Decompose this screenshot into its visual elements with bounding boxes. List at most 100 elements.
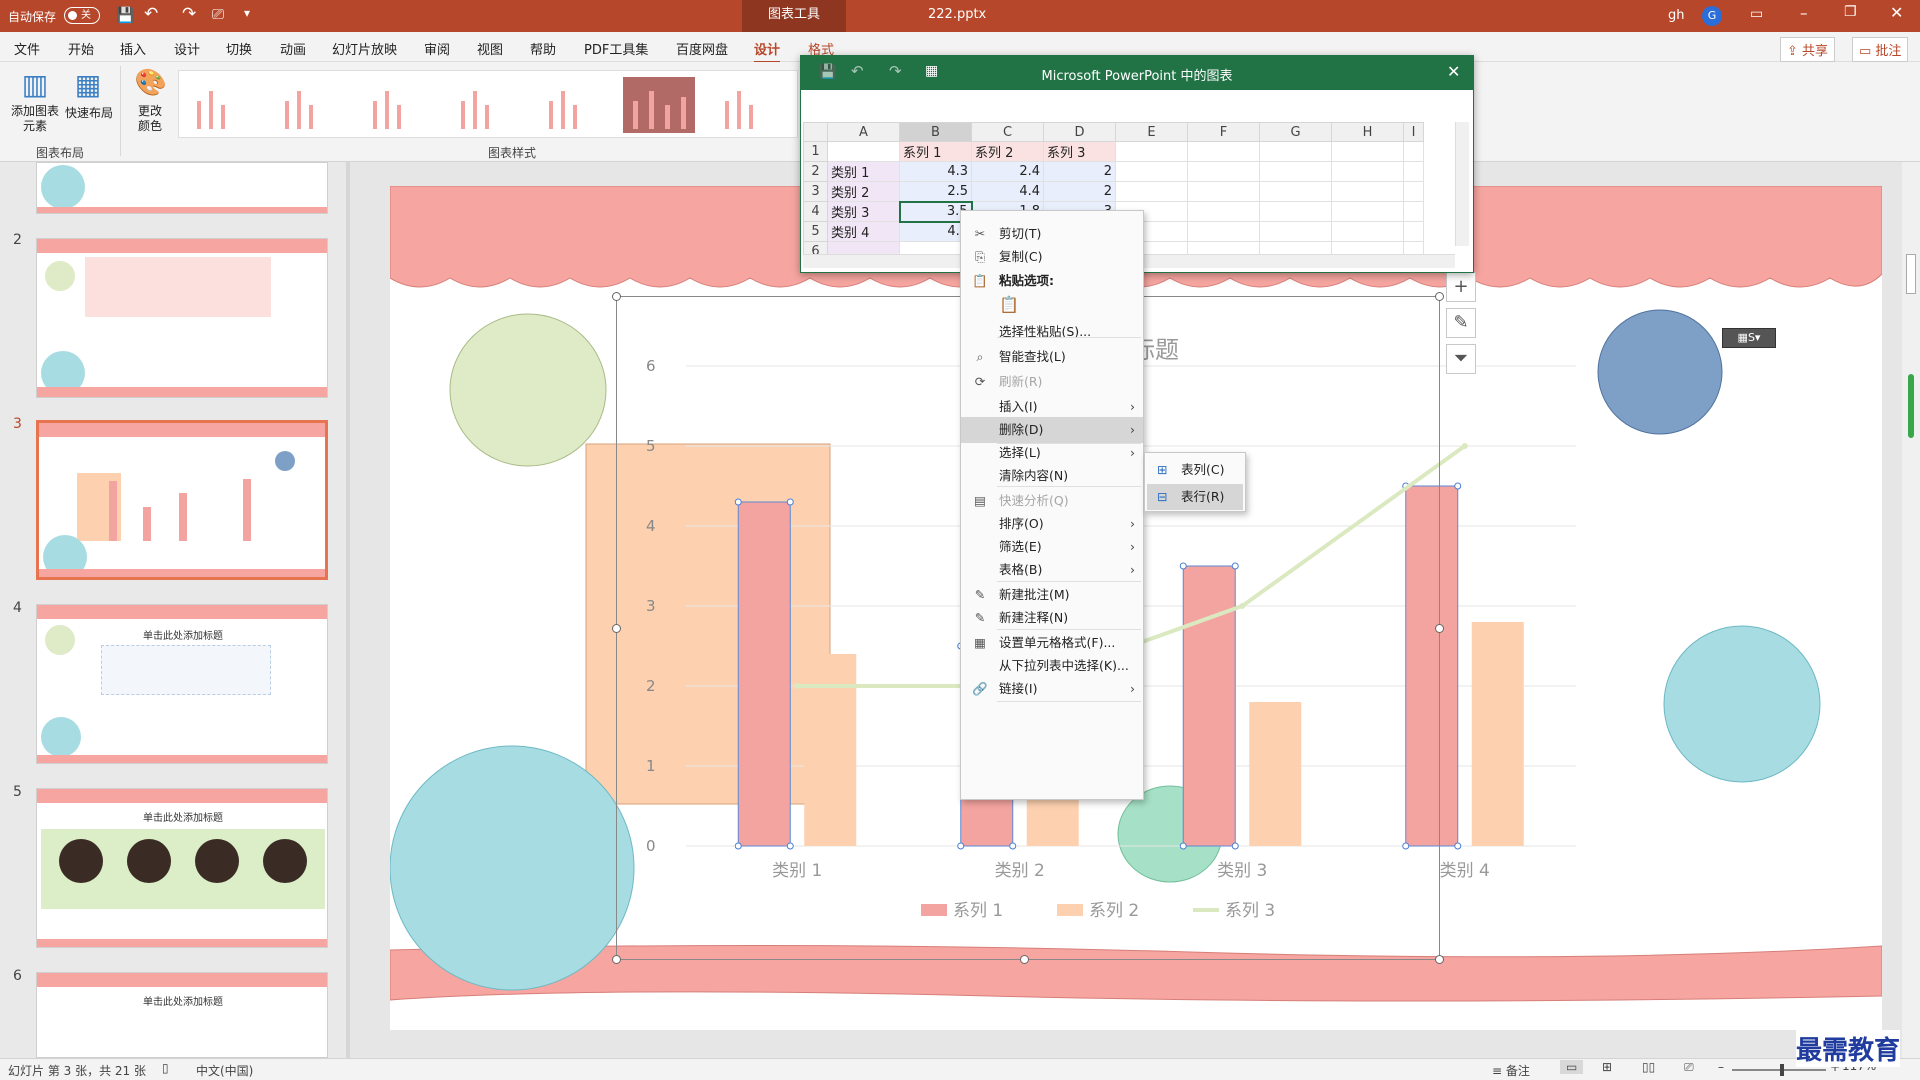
bar[interactable] (804, 654, 857, 846)
column-header[interactable]: B (899, 122, 972, 142)
row-header[interactable]: 4 (803, 201, 828, 222)
context-menu-item[interactable]: 表格(B) › (961, 557, 1143, 583)
resize-handle[interactable] (1435, 292, 1444, 301)
grid-cell[interactable] (1259, 221, 1332, 242)
comments-button[interactable]: ▭ 批注 (1852, 37, 1909, 62)
menu-help[interactable]: 帮助 (530, 39, 556, 58)
slide-thumb-2[interactable] (36, 238, 328, 398)
column-header[interactable]: D (1043, 122, 1116, 142)
add-chart-element-button[interactable]: 添加图表 元素 (8, 104, 62, 134)
legend-label[interactable]: 系列 2 (1089, 901, 1139, 921)
menu-view[interactable]: 视图 (477, 39, 503, 58)
minimize-icon[interactable]: – (1800, 4, 1808, 22)
context-menu-item[interactable]: 📋 粘贴选项: (961, 268, 1143, 294)
bar[interactable] (737, 501, 791, 847)
y-tick-label[interactable]: 0 (646, 837, 656, 855)
resize-handle[interactable] (1435, 624, 1444, 633)
bar-handle[interactable] (786, 498, 794, 506)
grid-cell[interactable] (1115, 161, 1188, 182)
row-header[interactable]: 2 (803, 161, 828, 182)
undo-icon[interactable]: ↶ (144, 4, 158, 24)
resize-handle[interactable] (1020, 955, 1029, 964)
context-menu-item[interactable]: 🔗 链接(I) › (961, 676, 1143, 702)
bar-handle[interactable] (1454, 482, 1462, 490)
grid-cell[interactable] (1403, 161, 1424, 182)
language-status[interactable]: 中文(中国) (196, 1062, 253, 1079)
menu-review[interactable]: 审阅 (424, 39, 450, 58)
grid-cell[interactable] (1115, 141, 1188, 162)
grid-cell[interactable] (1403, 181, 1424, 202)
grid-cell[interactable] (1331, 141, 1404, 162)
grid-cell[interactable] (1331, 221, 1404, 242)
zoom-slider-thumb[interactable] (1780, 1064, 1784, 1076)
row-header[interactable]: 5 (803, 221, 828, 242)
bar[interactable] (1471, 622, 1524, 846)
y-tick-label[interactable]: 5 (646, 437, 656, 455)
y-tick-label[interactable]: 2 (646, 677, 656, 695)
palette-icon[interactable]: 🎨 (134, 68, 168, 102)
context-menu-item[interactable]: ⎘ 复制(C) (961, 244, 1143, 270)
grid-cell[interactable]: 系列 3 (1043, 141, 1116, 162)
grid-cell[interactable]: 2 (1043, 181, 1116, 202)
x-tick-label[interactable]: 类别 1 (772, 861, 822, 881)
slide-thumb-1[interactable] (36, 162, 328, 214)
grid-cell[interactable] (1403, 221, 1424, 242)
scroll-thumb[interactable] (1906, 254, 1916, 294)
slide-thumb-3-selected[interactable] (36, 420, 328, 580)
bar-handle[interactable] (1179, 842, 1187, 850)
slide-thumb-4[interactable]: 单击此处添加标题 (36, 604, 328, 764)
column-header[interactable]: E (1115, 122, 1188, 142)
autosave-toggle[interactable]: 关 (64, 7, 100, 24)
bar-handle[interactable] (1402, 842, 1410, 850)
bar-handle[interactable] (957, 842, 965, 850)
x-tick-label[interactable]: 类别 3 (1217, 861, 1267, 881)
column-header[interactable]: A (827, 122, 900, 142)
grid-cell[interactable]: 系列 2 (971, 141, 1044, 162)
vertical-scrollbar[interactable] (1902, 162, 1920, 1058)
grid-cell[interactable] (1187, 221, 1260, 242)
bar-handle[interactable] (1231, 562, 1239, 570)
menu-home[interactable]: 开始 (68, 39, 94, 58)
column-header[interactable]: C (971, 122, 1044, 142)
grid-cell[interactable]: 2 (1043, 161, 1116, 182)
save-icon[interactable]: 💾 (116, 6, 135, 24)
bar[interactable] (1182, 565, 1236, 847)
grid-cell[interactable]: 4.3 (899, 161, 972, 182)
grid-cell[interactable] (1331, 201, 1404, 222)
zoom-out-icon[interactable]: – (1718, 1060, 1724, 1074)
chart-elements-plus-icon[interactable]: + (1446, 272, 1476, 302)
grid-cell[interactable] (1259, 161, 1332, 182)
grid-cell[interactable] (1259, 141, 1332, 162)
y-tick-label[interactable]: 1 (646, 757, 656, 775)
grid-cell[interactable] (1403, 141, 1424, 162)
line-point[interactable] (1461, 443, 1468, 449)
ribbon-display-icon[interactable]: ▭ (1750, 6, 1763, 22)
customize-icon[interactable]: ▾ (244, 6, 250, 20)
bar-handle[interactable] (734, 842, 742, 850)
accessibility-icon[interactable]: ▯ (162, 1061, 169, 1075)
legend-swatch[interactable] (921, 904, 947, 916)
quick-layout-icon[interactable]: ▦ (68, 68, 108, 104)
reading-view-icon[interactable]: ▯▯ (1642, 1060, 1655, 1074)
grid-cell[interactable] (1259, 181, 1332, 202)
context-menu-item[interactable]: ⌕ 智能查找(L) (961, 344, 1143, 370)
line-point[interactable] (1239, 603, 1246, 609)
sorter-view-icon[interactable]: ⊞ (1602, 1060, 1612, 1074)
chart-element-icon[interactable]: ▥ (10, 68, 60, 104)
grid-cell[interactable]: 类别 1 (827, 161, 900, 182)
row-header[interactable]: 1 (803, 141, 828, 162)
grid-cell[interactable] (1259, 201, 1332, 222)
grid-cell[interactable]: 类别 4 (827, 221, 900, 242)
paste-option-icon[interactable]: 📋 (999, 295, 1019, 314)
menu-animations[interactable]: 动画 (280, 39, 306, 58)
present-icon[interactable]: ⎚ (212, 5, 224, 23)
grid-cell[interactable] (1331, 181, 1404, 202)
grid-cell[interactable] (1187, 161, 1260, 182)
grid-cell[interactable]: 系列 1 (899, 141, 972, 162)
resize-handle[interactable] (612, 292, 621, 301)
chart-styles-gallery[interactable] (178, 70, 798, 138)
y-tick-label[interactable]: 6 (646, 357, 656, 375)
column-header[interactable]: G (1259, 122, 1332, 142)
chart-styles-brush-icon[interactable]: ✎ (1446, 308, 1476, 338)
menu-baidu[interactable]: 百度网盘 (676, 39, 728, 58)
